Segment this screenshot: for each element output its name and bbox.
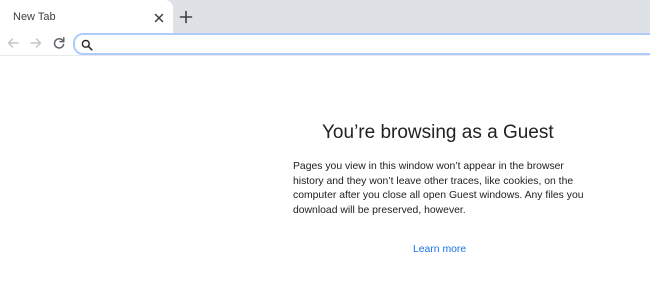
back-button[interactable] <box>6 36 20 50</box>
close-icon[interactable] <box>153 11 165 23</box>
tab-title: New Tab <box>13 11 56 23</box>
learn-more-link[interactable]: Learn more <box>413 244 466 255</box>
guest-description: Pages you view in this window won’t appe… <box>293 161 584 216</box>
omnibox-input[interactable] <box>97 36 637 52</box>
plus-icon <box>179 10 193 24</box>
reload-icon <box>53 37 65 49</box>
omnibox[interactable] <box>73 33 650 55</box>
forward-button[interactable] <box>29 36 43 50</box>
page-title: You’re browsing as a Guest <box>322 122 554 143</box>
new-tab-button[interactable] <box>179 10 193 24</box>
reload-button[interactable] <box>52 36 66 50</box>
tab-new-tab[interactable]: New Tab <box>0 0 173 33</box>
toolbar <box>0 33 650 56</box>
arrow-left-icon <box>7 38 19 48</box>
search-icon <box>81 38 93 51</box>
tab-strip: New Tab <box>0 0 650 33</box>
arrow-right-icon <box>30 38 42 48</box>
